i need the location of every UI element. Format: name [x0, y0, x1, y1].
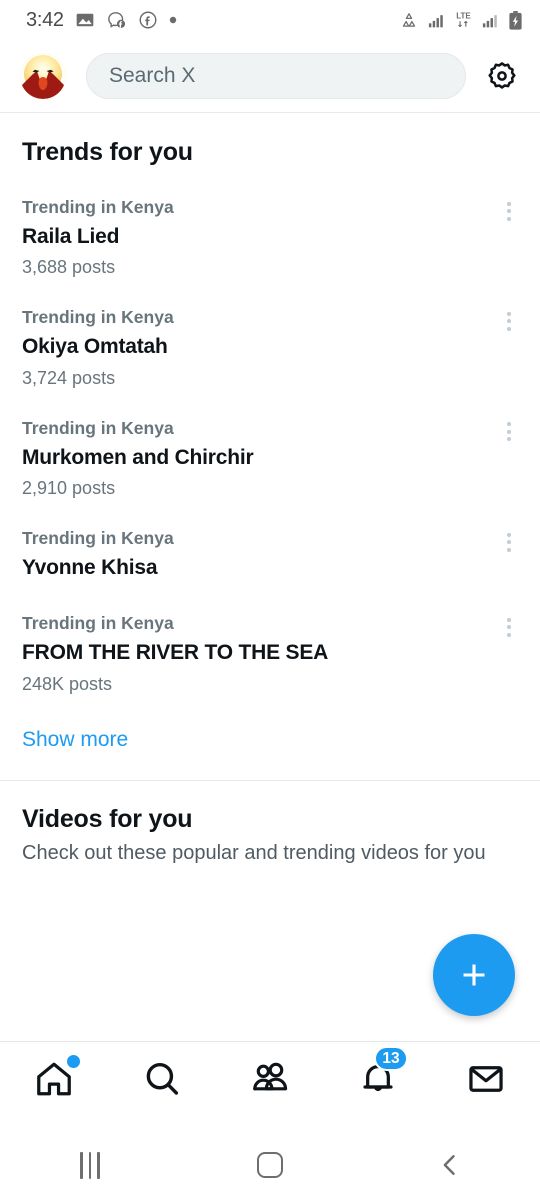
trend-row[interactable]: Trending in Kenya FROM THE RIVER TO THE … [0, 599, 540, 709]
back-chevron-icon [443, 1155, 455, 1175]
image-icon [76, 13, 94, 27]
bottom-navigation-bar: 13 [0, 1042, 540, 1130]
system-back-button[interactable] [360, 1130, 540, 1200]
trend-post-count: 2,910 posts [22, 477, 116, 498]
trend-post-count: 3,724 posts [22, 367, 116, 388]
search-input[interactable]: Search X [86, 53, 466, 99]
explore-content: Trends for you Trending in Kenya Raila L… [0, 113, 540, 1041]
trends-list: Trending in Kenya Raila Lied 3,688 posts… [0, 183, 540, 710]
trend-overflow-menu-icon[interactable] [494, 196, 524, 226]
trend-row[interactable]: Trending in Kenya Raila Lied 3,688 posts [0, 183, 540, 293]
trend-name: Okiya Omtatah [22, 335, 168, 359]
trend-context: Trending in Kenya [22, 417, 174, 438]
videos-section-subtitle: Check out these popular and trending vid… [22, 841, 486, 864]
communities-icon [253, 1062, 288, 1091]
show-more-link[interactable]: Show more [0, 710, 540, 752]
videos-section: Videos for you Check out these popular a… [0, 781, 540, 865]
communities-icon-wrap [249, 1058, 291, 1105]
data-saver-icon [402, 13, 416, 27]
trend-context: Trending in Kenya [22, 528, 174, 549]
notifications-badge: 13 [374, 1046, 408, 1071]
recents-icon [80, 1151, 100, 1179]
home-square-icon [257, 1152, 283, 1178]
signal-bars-2-icon [482, 14, 497, 27]
plus-icon [463, 964, 485, 986]
trend-post-count: 248K posts [22, 673, 113, 694]
lte-icon: LTE [456, 12, 471, 27]
nav-item-home[interactable] [0, 1055, 108, 1114]
avatar-artwork [20, 53, 66, 99]
battery-charging-icon [509, 10, 522, 30]
compose-post-fab[interactable] [433, 934, 515, 1016]
system-home-button[interactable] [180, 1130, 360, 1200]
status-bar-clock: 3:42 [26, 8, 64, 31]
trend-row[interactable]: Trending in Kenya Murkomen and Chirchir … [0, 404, 540, 514]
signal-bars-icon [428, 14, 443, 27]
bell-icon-wrap: 13 [357, 1046, 408, 1105]
trend-row[interactable]: Trending in Kenya Okiya Omtatah 3,724 po… [0, 293, 540, 403]
envelope-icon [469, 1066, 503, 1092]
trend-context: Trending in Kenya [22, 613, 174, 634]
trend-name: Murkomen and Chirchir [22, 445, 254, 469]
trend-context: Trending in Kenya [22, 197, 174, 217]
trend-name: Raila Lied [22, 224, 120, 248]
trend-post-count: 3,688 posts [22, 257, 116, 278]
trend-overflow-menu-icon[interactable] [494, 612, 524, 642]
trend-overflow-menu-icon[interactable] [494, 527, 524, 557]
messenger-chat-icon [107, 12, 125, 28]
gear-icon [488, 62, 516, 89]
trends-section-title: Trends for you [22, 138, 193, 166]
settings-button[interactable] [482, 56, 522, 96]
nav-item-notifications[interactable]: 13 [324, 1046, 432, 1114]
trend-name: Yvonne Khisa [22, 555, 158, 579]
search-icon-wrap [141, 1058, 183, 1105]
trend-context: Trending in Kenya [22, 307, 174, 328]
home-unread-dot [67, 1055, 80, 1068]
status-bar-right: LTE [398, 9, 524, 31]
dot-icon [169, 16, 176, 24]
svg-text:LTE: LTE [456, 12, 471, 21]
android-status-bar: 3:42 LTE [0, 0, 540, 40]
nav-item-search[interactable] [108, 1058, 216, 1114]
trend-overflow-menu-icon[interactable] [494, 417, 524, 447]
trend-row[interactable]: Trending in Kenya Yvonne Khisa [0, 514, 540, 599]
system-recents-button[interactable] [0, 1130, 180, 1200]
nav-item-messages[interactable] [432, 1058, 540, 1114]
videos-section-title: Videos for you [22, 804, 193, 833]
app-header: Search X [0, 40, 540, 112]
home-icon-wrap [33, 1055, 80, 1105]
facebook-icon [139, 11, 157, 29]
android-system-nav [0, 1130, 540, 1200]
trend-name: FROM THE RIVER TO THE SEA [22, 641, 329, 665]
envelope-icon-wrap [465, 1058, 507, 1105]
status-bar-left: 3:42 [26, 9, 177, 32]
nav-item-communities[interactable] [216, 1058, 324, 1114]
profile-avatar[interactable] [20, 53, 66, 99]
trend-overflow-menu-icon[interactable] [494, 306, 524, 336]
search-placeholder: Search X [109, 64, 196, 87]
x-app-explore-screen: 3:42 LTE Search X Trends for you Trendin… [0, 0, 540, 1200]
search-icon [146, 1062, 179, 1095]
